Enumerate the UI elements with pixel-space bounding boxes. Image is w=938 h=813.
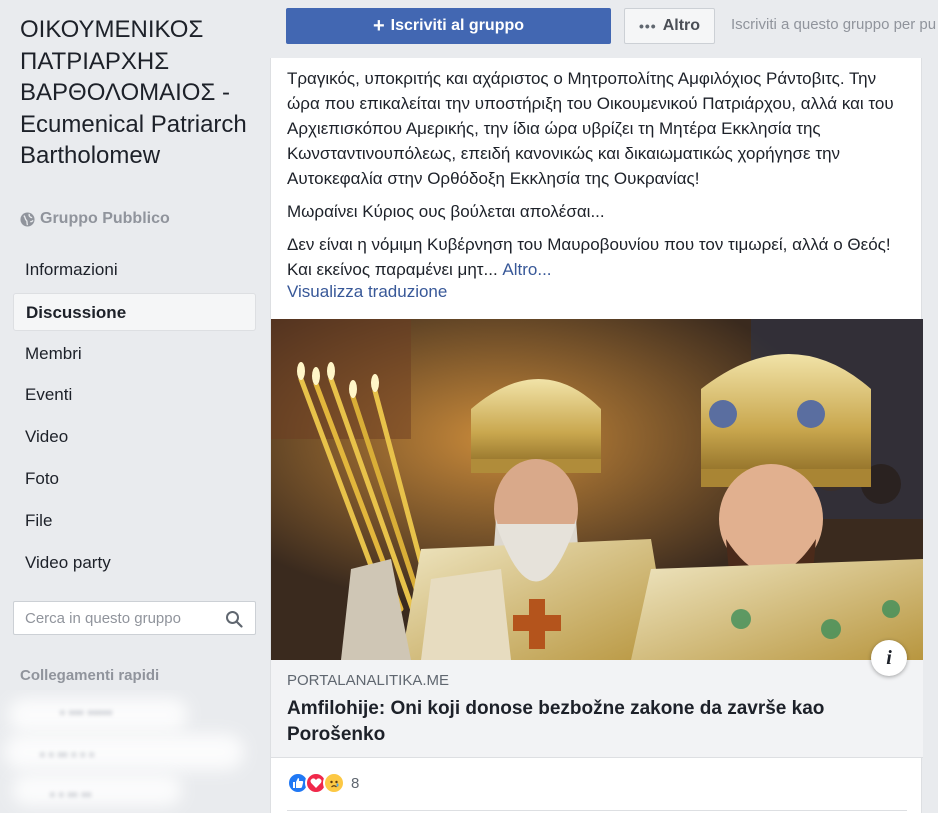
post-paragraph-3: Δεν είναι η νόμιμη Κυβέρνηση του Μαυροβο… [287, 232, 913, 282]
see-more-link[interactable]: Altro... [502, 260, 551, 279]
join-group-label: Iscriviti al gruppo [390, 17, 525, 34]
group-search-input[interactable]: Cerca in questo gruppo [13, 601, 256, 635]
join-hint: Iscriviti a questo gruppo per pu [731, 16, 937, 33]
plus-icon: + [372, 15, 385, 37]
nav-item-file[interactable]: File [13, 502, 256, 540]
translate-link[interactable]: Visualizza traduzione [287, 282, 447, 302]
sad-icon [323, 772, 345, 794]
post-text: Τραγικός, υποκριτής και αχάριστος ο Μητρ… [287, 66, 913, 290]
group-type-label: Gruppo Pubblico [40, 210, 170, 227]
nav-item-informazioni[interactable]: Informazioni [13, 251, 256, 289]
post-paragraph-2: Μωραίνει Κύριος ους βούλεται απολέσαι... [287, 202, 605, 221]
group-type: Gruppo Pubblico [20, 210, 170, 228]
reaction-count: 8 [351, 774, 360, 792]
more-button[interactable]: ••• Altro [624, 8, 715, 44]
sidebar: ΟΙΚΟΥΜΕΝΙΚΟΣ ΠΑΤΡΙΑΡΧΗΣ ΒΑΡΘΟΛΟΜΑΙΟΣ -Ec… [0, 0, 270, 813]
more-dots-icon: ••• [638, 18, 657, 34]
nav-item-membri[interactable]: Membri [13, 335, 256, 373]
info-icon[interactable]: i [871, 640, 907, 676]
nav-item-discussione[interactable]: Discussione [13, 292, 256, 331]
globe-icon [20, 211, 35, 227]
blurred-quick-links: ▪ ▪▪▪ ▪▪▪▪▪ ▪ ▪ ▪▪ ▪ ▪ ▪ ▪ ▪ ▪▪ ▪▪ [0, 690, 270, 813]
post-paragraph-3-text: Δεν είναι η νόμιμη Κυβέρνηση του Μαυροβο… [287, 235, 891, 279]
more-label: Altro [662, 17, 701, 34]
nav-item-foto[interactable]: Foto [13, 460, 256, 498]
post-card: Τραγικός, υποκριτής και αχάριστος ο Μητρ… [270, 58, 923, 813]
post-divider [287, 810, 907, 811]
group-nav: Informazioni Discussione Membri Eventi V… [13, 251, 256, 585]
search-icon[interactable] [225, 610, 243, 628]
nav-item-video-party[interactable]: Video party [13, 544, 256, 582]
group-title[interactable]: ΟΙΚΟΥΜΕΝΙΚΟΣ ΠΑΤΡΙΑΡΧΗΣ ΒΑΡΘΟΛΟΜΑΙΟΣ -Ec… [20, 14, 260, 172]
search-placeholder: Cerca in questo gruppo [25, 610, 181, 627]
link-domain: PORTALANALITIKA.ME [287, 672, 449, 689]
join-group-button[interactable]: + Iscriviti al gruppo [286, 8, 611, 44]
link-title[interactable]: Amfilohije: Oni koji donose bezbožne zak… [287, 696, 907, 748]
post-paragraph-1: Τραγικός, υποκριτής και αχάριστος ο Μητρ… [287, 69, 894, 188]
nav-item-video[interactable]: Video [13, 418, 256, 456]
post-image[interactable] [271, 319, 923, 660]
quick-links-title: Collegamenti rapidi [20, 667, 160, 684]
nav-item-eventi[interactable]: Eventi [13, 376, 256, 414]
reactions-summary[interactable]: 8 [287, 772, 359, 794]
link-preview[interactable]: PORTALANALITIKA.ME Amfilohije: Oni koji … [271, 660, 923, 758]
